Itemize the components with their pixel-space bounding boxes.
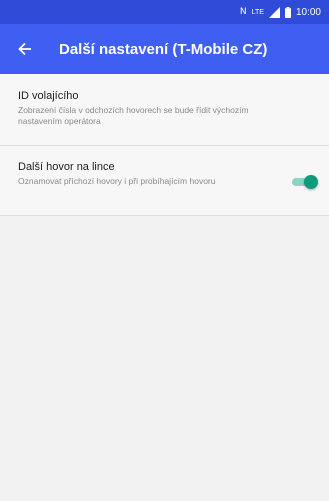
toggle-thumb [304,175,318,189]
call-waiting-toggle[interactable] [290,175,318,189]
lte-icon: LTE [251,8,264,16]
caller-id-setting[interactable]: ID volajícího Zobrazení čísla v odchozíc… [0,74,329,146]
call-waiting-setting[interactable]: Další hovor na lince Oznamovat příchozí … [0,146,329,216]
call-waiting-title: Další hovor na lince [18,161,115,173]
nfc-icon: N [239,7,247,17]
app-bar: Další nastavení (T-Mobile CZ) [0,24,329,74]
status-time: 10:00 [295,6,321,18]
call-waiting-summary: Oznamovat příchozí hovory i při probíhaj… [18,176,216,186]
caller-id-title: ID volajícího [18,90,79,102]
status-bar: N LTE 10:00 [0,0,329,24]
settings-list: ID volajícího Zobrazení čísla v odchozíc… [0,74,329,501]
page-title: Další nastavení (T-Mobile CZ) [59,40,268,58]
back-button[interactable] [5,24,45,74]
signal-icon [268,6,280,18]
arrow-left-icon [18,42,31,56]
battery-icon [284,6,291,18]
caller-id-summary: Zobrazení čísla v odchozích hovorech se … [18,105,249,126]
